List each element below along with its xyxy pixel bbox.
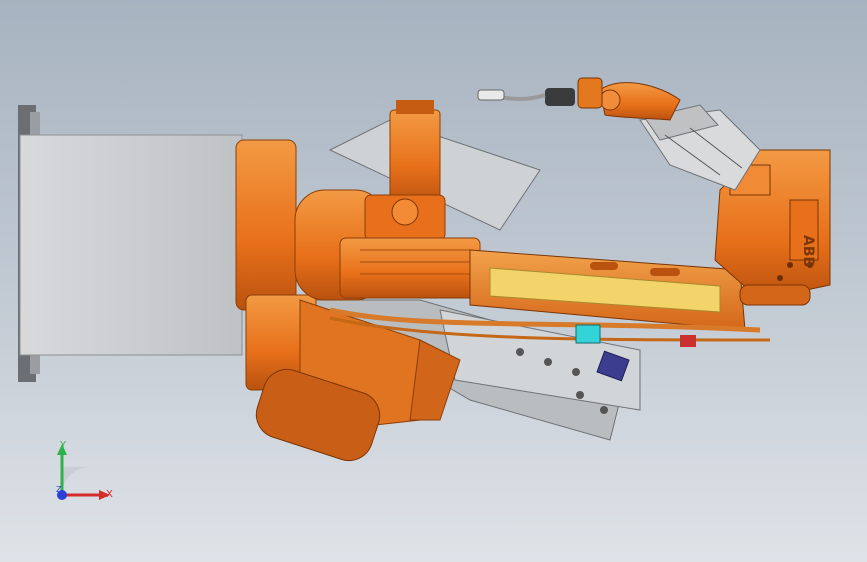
robot-wrist-and-torch — [477, 77, 681, 121]
y-axis-label: Y — [60, 440, 67, 451]
x-axis-label: X — [106, 489, 113, 500]
positioner-plate-left — [18, 105, 243, 382]
robot-assembly-model[interactable]: ABB — [0, 0, 867, 562]
coordinate-triad: Y X Z — [40, 440, 120, 520]
brand-logo: ABB — [800, 235, 816, 267]
red-connector — [680, 335, 696, 347]
cyan-component — [575, 324, 601, 344]
cad-viewport[interactable]: ABB Y X Z — [0, 0, 867, 562]
z-axis-label: Z — [56, 485, 62, 494]
